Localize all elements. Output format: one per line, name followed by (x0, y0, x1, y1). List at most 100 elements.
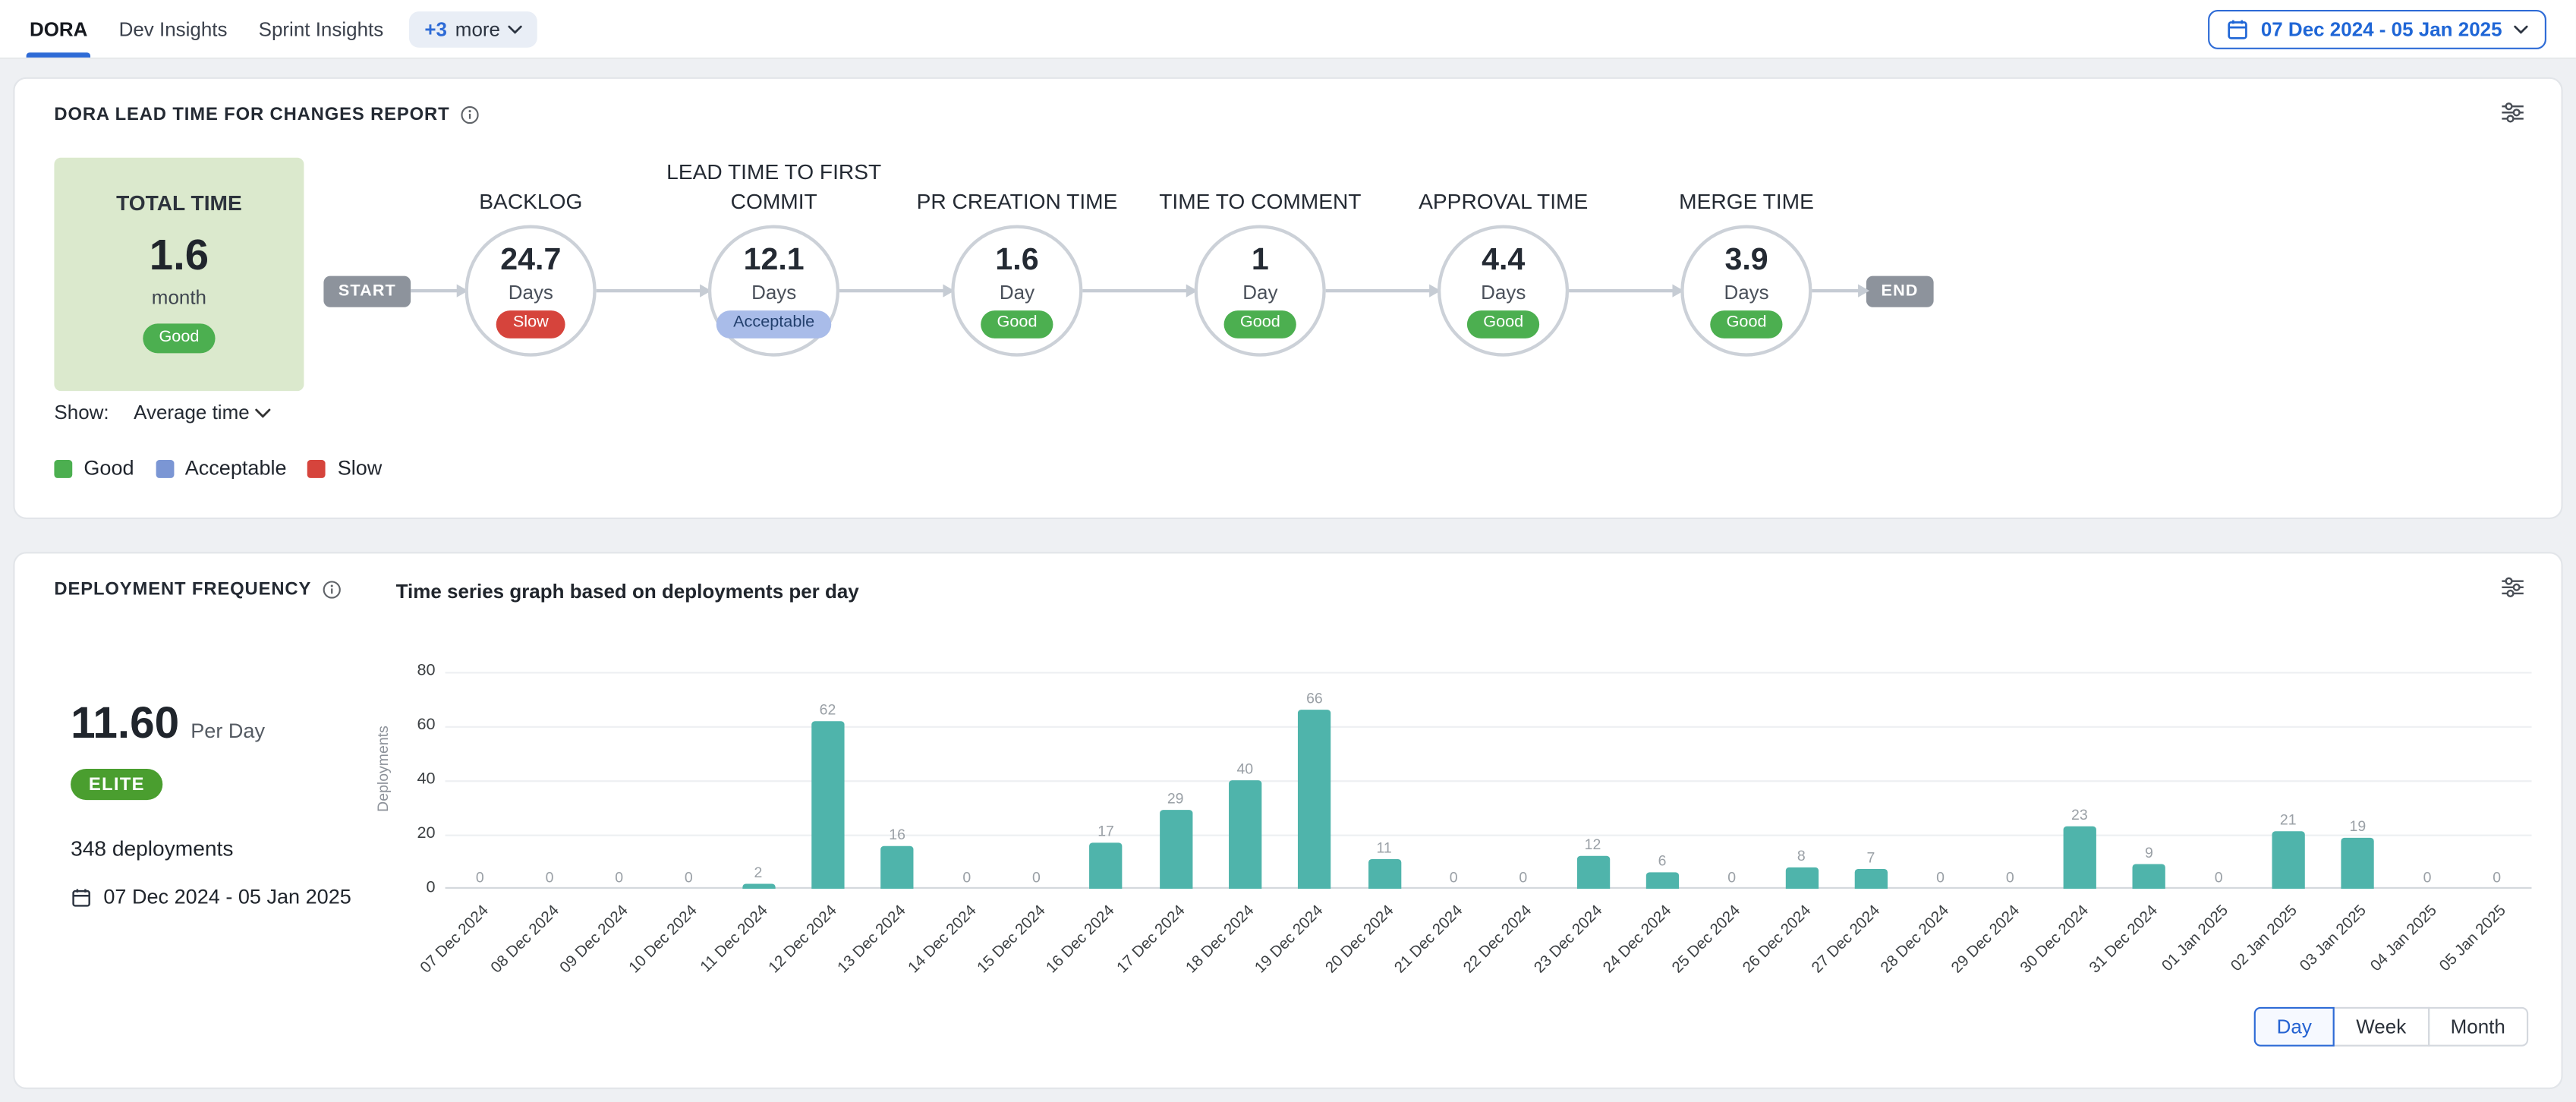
flow-arrow (839, 289, 951, 292)
date-range-button[interactable]: 07 Dec 2024 - 05 Jan 2025 (2209, 9, 2546, 49)
bar (2272, 832, 2304, 889)
bar-value-label: 17 (1073, 823, 1139, 839)
dora-dashboard: DORADev InsightsSprint Insights +3 more … (0, 0, 2576, 1102)
stage-name: TIME TO COMMENT (1137, 187, 1384, 217)
bar-value-label: 0 (2395, 869, 2461, 886)
tab-sprint-insights[interactable]: Sprint Insights (259, 0, 384, 58)
chart-settings-sliders-icon[interactable] (2500, 575, 2524, 600)
info-icon[interactable] (321, 580, 341, 600)
total-time-box: TOTAL TIME 1.6 month Good (54, 158, 304, 391)
bar-value-label: 0 (934, 869, 1000, 886)
bar (2063, 826, 2096, 889)
stage-value: 24.7 (500, 243, 561, 279)
bar-value-label: 16 (864, 826, 931, 842)
show-metric-dropdown[interactable]: Show: Average time (54, 401, 271, 423)
stage-backlog: BACKLOG24.7DaysSlow (465, 225, 597, 357)
stage-merge-time: MERGE TIME3.9DaysGood (1680, 225, 1812, 357)
stage-badge: Good (981, 310, 1053, 339)
stage-name: MERGE TIME (1623, 187, 1870, 217)
bar-value-label: 0 (1421, 869, 1487, 886)
sliders-icon (2500, 100, 2524, 124)
bar-value-label: 0 (1907, 869, 1973, 886)
stage-unit: Day (1242, 281, 1277, 304)
legend-swatch (54, 459, 72, 477)
stage-name: PR CREATION TIME (894, 187, 1141, 217)
bar-value-label: 0 (1699, 869, 1765, 886)
bar-value-label: 9 (2116, 845, 2182, 861)
stage-approval-time: APPROVAL TIME4.4DaysGood (1438, 225, 1569, 357)
total-time-unit: month (54, 286, 304, 309)
stage-unit: Days (1481, 281, 1526, 304)
y-axis-tick: 80 (370, 661, 436, 679)
deployment-card-title: DEPLOYMENT FREQUENCY (54, 580, 311, 600)
bar-value-label: 0 (586, 869, 652, 886)
stage-value: 4.4 (1482, 243, 1525, 279)
chevron-down-icon (509, 24, 523, 33)
stage-pr-creation-time: PR CREATION TIME1.6DayGood (951, 225, 1082, 357)
speed-legend: Good Acceptable Slow (54, 457, 382, 480)
sliders-icon (2500, 575, 2524, 600)
y-axis-tick: 0 (370, 878, 436, 896)
deployment-date-range: 07 Dec 2024 - 05 Jan 2025 (71, 886, 351, 908)
granularity-day-button[interactable]: Day (2253, 1007, 2335, 1047)
legend-swatch (156, 459, 174, 477)
deployment-frequency-card: DEPLOYMENT FREQUENCY Time series graph b… (13, 552, 2562, 1089)
calendar-icon (71, 886, 92, 908)
bar-value-label: 7 (1838, 850, 1904, 867)
more-tabs-chip[interactable]: +3 more (410, 11, 538, 47)
legend-item-good: Good (54, 457, 134, 480)
bar (1229, 780, 1261, 889)
bar-value-label: 0 (517, 869, 583, 886)
stage-value: 1.6 (995, 243, 1038, 279)
total-time-badge: Good (143, 323, 216, 352)
deployment-rate-unit: Per Day (191, 719, 265, 742)
granularity-week-button[interactable]: Week (2333, 1007, 2430, 1047)
granularity-month-button[interactable]: Month (2427, 1007, 2528, 1047)
gridline (446, 835, 2532, 836)
deployments-bar-chart: 007 Dec 2024008 Dec 2024009 Dec 2024010 … (446, 672, 2532, 889)
bar (1368, 859, 1400, 889)
chevron-down-icon (2514, 24, 2528, 33)
info-icon[interactable] (460, 105, 480, 125)
bar (2133, 864, 2165, 889)
bar-value-label: 0 (1003, 869, 1069, 886)
gridline (446, 780, 2532, 782)
bar (1645, 873, 1678, 889)
y-axis-tick: 60 (370, 716, 436, 734)
bar (742, 883, 774, 889)
bar-value-label: 29 (1142, 790, 1208, 807)
bar-value-label: 0 (1977, 869, 2043, 886)
bar-value-label: 0 (656, 869, 722, 886)
stage-badge: Good (1467, 310, 1540, 339)
flow-arrow (1569, 289, 1680, 292)
calendar-icon (2226, 17, 2249, 40)
stage-value: 12.1 (744, 243, 805, 279)
tab-dora[interactable]: DORA (30, 0, 88, 58)
bar (1159, 810, 1192, 889)
tab-dev-insights[interactable]: Dev Insights (119, 0, 228, 58)
stage-badge: Slow (496, 310, 565, 339)
bar-value-label: 11 (1351, 839, 1417, 856)
tab-bar: DORA Dev Insights Sprint Insights (30, 0, 383, 58)
stage-unit: Days (751, 281, 796, 304)
legend-item-acceptable: Acceptable (156, 457, 287, 480)
bar-value-label: 21 (2255, 812, 2321, 829)
bar-value-label: 0 (2464, 869, 2530, 886)
more-tabs-label: more (455, 17, 500, 40)
flow-arrow (597, 289, 708, 292)
stage-unit: Day (1000, 281, 1034, 304)
elite-tier-badge: ELITE (71, 769, 163, 800)
flow-arrow (411, 289, 464, 292)
total-time-label: TOTAL TIME (54, 190, 304, 215)
total-time-value: 1.6 (54, 230, 304, 281)
deployments-count: 348 deployments (71, 836, 233, 861)
bar-value-label: 6 (1630, 853, 1696, 870)
chart-settings-sliders-icon[interactable] (2500, 100, 2524, 124)
bar-value-label: 0 (447, 869, 513, 886)
deployment-date-range-text: 07 Dec 2024 - 05 Jan 2025 (103, 886, 351, 908)
gridline (446, 672, 2532, 673)
stage-badge: Good (1710, 310, 1783, 339)
legend-item-slow: Slow (308, 457, 383, 480)
y-axis-tick: 20 (370, 823, 436, 842)
lead-time-card: DORA LEAD TIME FOR CHANGES REPORT TOTAL … (13, 77, 2562, 519)
